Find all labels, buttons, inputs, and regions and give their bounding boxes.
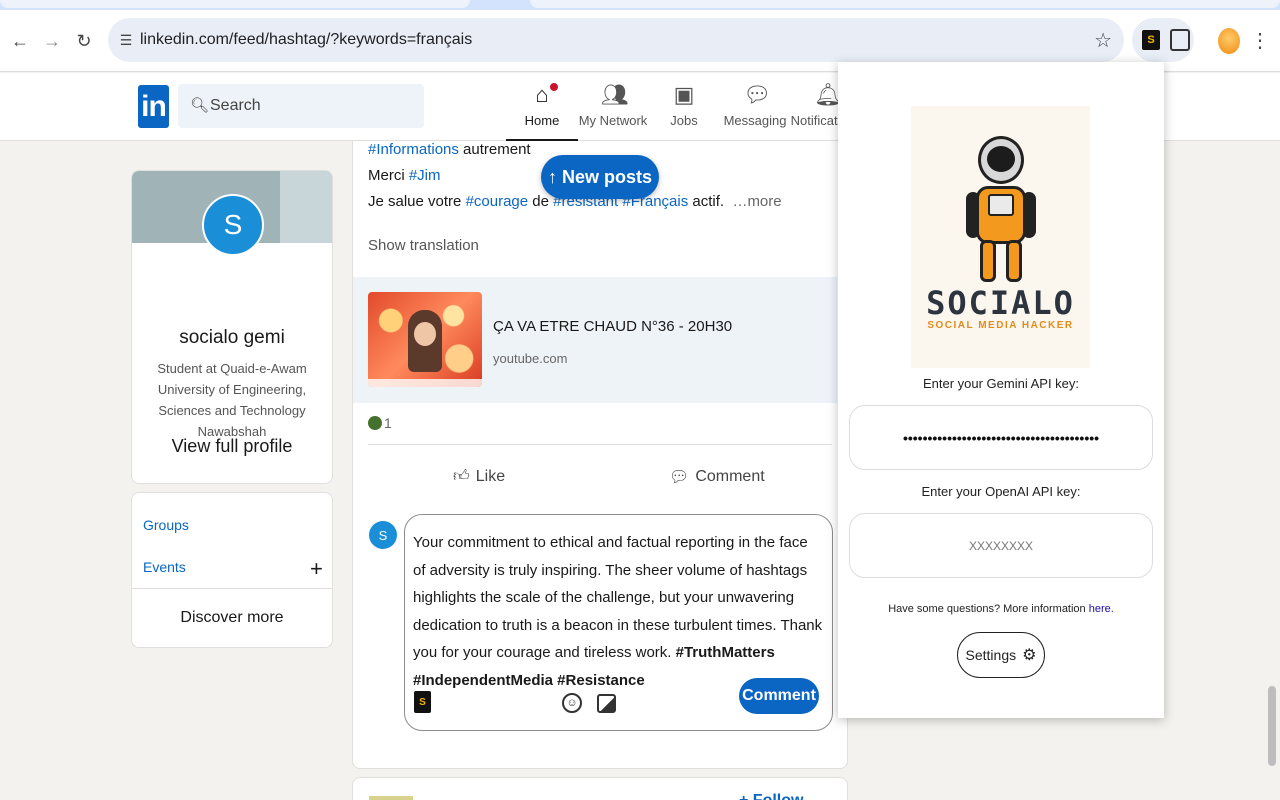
see-more-link[interactable]: …more	[732, 193, 781, 210]
avatar[interactable]: S	[202, 194, 264, 256]
comment-input[interactable]: Your commitment to ethical and factual r…	[404, 514, 833, 731]
browser-tab[interactable]	[0, 0, 470, 8]
divider	[132, 588, 332, 589]
comment-action-button[interactable]: 💬︎ Comment	[669, 467, 765, 487]
link-preview-card[interactable]: ÇA VA ETRE CHAUD N°36 - 20H30 youtube.co…	[353, 277, 837, 403]
notification-badge	[548, 81, 560, 93]
gemini-key-field[interactable]: ••••••••••••••••••••••••••••••••••••••••	[849, 405, 1153, 470]
help-link[interactable]: here.	[1089, 603, 1114, 615]
network-icon: 👥︎	[601, 82, 629, 107]
socialo-extension-icon[interactable]: S	[1142, 30, 1160, 50]
nav-my-network[interactable]: 👥︎ My Network	[577, 79, 649, 141]
nav-label: Jobs	[670, 113, 698, 128]
profile-avatar-icon[interactable]	[1218, 28, 1240, 54]
divider	[368, 444, 832, 445]
hashtag-link[interactable]: #Jim	[409, 167, 441, 184]
thumbs-up-icon: 👍︎	[453, 468, 470, 485]
hashtag-link[interactable]: #courage	[466, 193, 529, 210]
post-text: Je salue votre	[368, 193, 466, 210]
search-icon: 🔍︎	[190, 97, 210, 114]
nav-label: Home	[524, 113, 560, 128]
profile-card: S socialo gemi Student at Quaid-e-Awam U…	[131, 170, 333, 484]
brand-tagline: SOCIAL MEDIA HACKER	[927, 320, 1074, 331]
reaction-count-value: 1	[384, 415, 392, 431]
groups-link[interactable]: Groups	[143, 517, 189, 533]
extension-popup: SOCIALO SOCIAL MEDIA HACKER Enter your G…	[838, 62, 1164, 718]
commenter-avatar: S	[369, 521, 397, 549]
profile-name[interactable]: socialo gemi	[132, 327, 332, 349]
nav-messaging[interactable]: 💬︎ Messaging	[719, 79, 791, 141]
back-icon[interactable]: ←	[8, 29, 32, 53]
video-thumbnail[interactable]	[368, 292, 482, 387]
astronaut-icon	[966, 136, 1036, 286]
reactions-count[interactable]: 1	[368, 415, 392, 431]
help-text: Have some questions? More information he…	[838, 603, 1164, 615]
post-text-line: #Informations autrement	[368, 141, 531, 158]
follow-button[interactable]: + Follow	[739, 792, 803, 800]
comment-icon: 💬︎	[669, 469, 690, 486]
like-label: Like	[475, 467, 506, 485]
brand-name: SOCIALO	[926, 284, 1075, 322]
post-text-line: Merci #Jim	[368, 167, 441, 184]
bookmark-star-icon[interactable]: ☆	[1094, 28, 1112, 53]
add-event-icon[interactable]: +	[310, 556, 323, 582]
comment-body: Your commitment to ethical and factual r…	[413, 534, 823, 661]
comment-submit-button[interactable]: Comment	[739, 678, 819, 714]
support-reaction-icon	[368, 416, 382, 430]
profile-headline: Student at Quaid-e-Awam University of En…	[157, 361, 307, 439]
post-text: autrement	[458, 141, 531, 158]
post-text: de	[528, 193, 554, 210]
reload-icon[interactable]: ↻	[72, 29, 96, 53]
gear-icon: ⚙	[1022, 647, 1037, 664]
forward-icon[interactable]: →	[40, 29, 64, 53]
view-full-profile-link[interactable]: View full profile	[132, 436, 332, 457]
messaging-icon: 💬︎	[743, 82, 771, 107]
briefcase-icon: ▣	[673, 82, 695, 107]
linkedin-logo[interactable]: in	[138, 85, 169, 128]
link-preview-source: youtube.com	[493, 351, 568, 366]
nav-label: My Network	[578, 113, 648, 128]
comment-text[interactable]: Your commitment to ethical and factual r…	[413, 529, 823, 694]
help-text-body: Have some questions? More information	[888, 603, 1089, 615]
address-url[interactable]: linkedin.com/feed/hashtag/?keywords=fran…	[140, 31, 472, 49]
hashtag-link[interactable]: #Informations	[368, 141, 459, 158]
search-input[interactable]: 🔍︎ Search	[178, 84, 424, 128]
openai-key-field[interactable]: XXXXXXXX	[849, 513, 1153, 578]
extensions-puzzle-icon[interactable]	[1170, 29, 1190, 51]
browser-tab-strip	[0, 0, 1280, 10]
search-placeholder: Search	[210, 97, 261, 114]
settings-button[interactable]: Settings ⚙	[957, 632, 1045, 678]
events-link[interactable]: Events	[143, 559, 186, 575]
next-feed-post: + Follow	[352, 777, 848, 800]
feed-post: #Informations autrement Merci #Jim Je sa…	[352, 141, 848, 769]
socialo-logo: SOCIALO SOCIAL MEDIA HACKER	[911, 106, 1090, 368]
bell-icon: 🔔︎	[814, 82, 842, 107]
nav-jobs[interactable]: ▣ Jobs	[648, 79, 720, 141]
post-text: actif.	[688, 193, 725, 210]
nav-label: Messaging	[723, 113, 787, 128]
settings-label: Settings	[965, 647, 1017, 663]
discover-more-link[interactable]: Discover more	[132, 609, 332, 627]
openai-key-label: Enter your OpenAI API key:	[921, 484, 1081, 499]
emoji-icon[interactable]: ☺	[562, 693, 582, 713]
link-preview-title[interactable]: ÇA VA ETRE CHAUD N°36 - 20H30	[493, 318, 732, 335]
nav-home[interactable]: ⌂ Home	[506, 79, 578, 141]
page-scrollbar[interactable]	[1268, 686, 1276, 766]
new-posts-button[interactable]: ↑ New posts	[541, 155, 659, 199]
post-text: Merci	[368, 167, 409, 184]
image-icon[interactable]	[597, 694, 616, 713]
extension-toolbar-group: S	[1132, 18, 1194, 62]
post-thumbnail	[369, 796, 413, 800]
like-button[interactable]: 👍︎ Like	[453, 467, 505, 486]
sidebar-links-card: Groups Events + Discover more	[131, 492, 333, 648]
address-bar[interactable]: ☰ linkedin.com/feed/hashtag/?keywords=fr…	[108, 18, 1124, 62]
menu-kebab-icon[interactable]: ⋮	[1250, 28, 1270, 54]
show-translation-link[interactable]: Show translation	[368, 237, 479, 254]
comment-action-label: Comment	[695, 468, 765, 485]
site-info-icon[interactable]: ☰	[116, 30, 136, 50]
gemini-key-label: Enter your Gemini API key:	[922, 376, 1080, 391]
socialo-extension-icon[interactable]: S	[414, 691, 431, 713]
browser-tab[interactable]	[530, 0, 1280, 8]
